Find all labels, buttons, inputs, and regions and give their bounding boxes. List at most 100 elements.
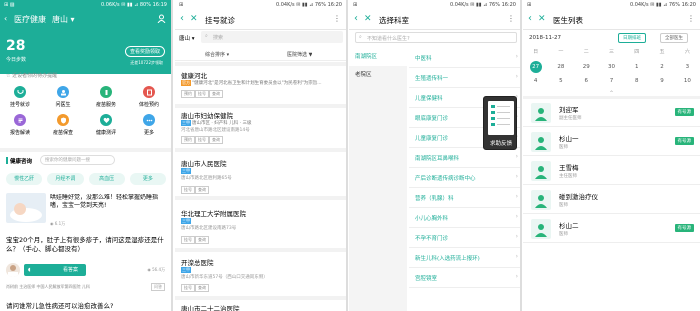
- menu-icon[interactable]: ⋮: [687, 14, 695, 23]
- answer-count: ◉ 56.4万: [147, 267, 165, 272]
- search-input[interactable]: ⌕ 搜索: [201, 31, 343, 43]
- qa-question-2[interactable]: 请问谁常儿急性病还可以治愈改善么?: [6, 300, 113, 310]
- close-icon[interactable]: ✕: [538, 14, 546, 24]
- tag-chip[interactable]: 慢性乙肝: [6, 173, 43, 185]
- reminder-bar[interactable]: ☆ 近设者你的待办提醒: [6, 72, 166, 79]
- back-icon[interactable]: ‹: [180, 13, 184, 24]
- close-icon[interactable]: ✕: [190, 14, 198, 24]
- grid-label-shield[interactable]: 疫苗保查: [48, 129, 78, 136]
- vaccine-icon[interactable]: [100, 86, 112, 98]
- report-icon[interactable]: [14, 114, 26, 126]
- help-feedback-widget[interactable]: 求助反馈: [483, 96, 517, 150]
- checkup-icon[interactable]: [143, 86, 155, 98]
- hospital-card[interactable]: 唐山市妇幼保健院 三甲 唐山市区 · 妇产科 儿科 · 三级 河北省唐山市路北区…: [175, 108, 346, 152]
- grid-label-report[interactable]: 报告解读: [5, 129, 35, 136]
- grid-label-more[interactable]: 更多: [134, 129, 164, 136]
- menu-icon[interactable]: ⋮: [507, 14, 515, 23]
- chip-book[interactable]: 预约: [181, 90, 195, 98]
- calendar-day[interactable]: 1: [624, 60, 649, 74]
- calendar-day[interactable]: 28: [548, 60, 573, 74]
- calendar-day[interactable]: 30: [599, 60, 624, 74]
- hospital-name[interactable]: 唐山市二十二治医院: [181, 303, 240, 311]
- chip-query[interactable]: 查询: [195, 236, 209, 244]
- more-icon[interactable]: [143, 114, 155, 126]
- all-doctors-button[interactable]: 全部医生: [660, 33, 688, 43]
- available-badge: 有号源: [674, 108, 694, 116]
- city-selector[interactable]: 唐山 ▾: [179, 34, 195, 42]
- shield-icon[interactable]: [57, 114, 69, 126]
- grade-badge: 三甲: [181, 267, 191, 273]
- calendar-day[interactable]: 9: [649, 74, 674, 88]
- department-item[interactable]: 不孕不育门诊 ›: [409, 228, 520, 248]
- qa-question[interactable]: 宝宝20个月，肚子上有很多疹子，请问这是湿疹还是什么？（手心、脚心都没有）: [6, 236, 168, 254]
- department-item[interactable]: 宫腔镜室 ›: [409, 268, 520, 288]
- chip-book[interactable]: 预约: [181, 136, 195, 144]
- menu-icon[interactable]: ⋮: [333, 14, 341, 23]
- city-selector[interactable]: 唐山 ▾: [52, 14, 75, 25]
- grid-label-register[interactable]: 挂号就诊: [5, 101, 35, 108]
- calendar-day[interactable]: 6: [574, 74, 599, 88]
- back-icon[interactable]: ‹: [528, 13, 532, 24]
- calendar-row: 4 5 6 7 8 9 10: [523, 74, 700, 88]
- article-title[interactable]: 哄娃睡好觉，没那么难！轻松掌握奶睡指嗜，宝宝一觉到天亮!: [50, 194, 168, 210]
- department-item[interactable]: 生殖遗传科一 ›: [409, 68, 520, 88]
- back-icon[interactable]: ‹: [354, 13, 358, 24]
- hospital-filter-dropdown[interactable]: 医院筛选 ▼: [287, 51, 312, 58]
- stethoscope-icon[interactable]: [14, 86, 26, 98]
- department-search-input[interactable]: ⌕ 不知道看什么医生?: [355, 32, 517, 43]
- hospital-card[interactable]: 华北理工大学附属医院 三甲 唐山市路北区建设南路73号 挂号 查询: [175, 204, 346, 252]
- doctor-row[interactable]: 杉山一 医师 有号源: [523, 128, 700, 156]
- calendar-day[interactable]: 10: [675, 74, 700, 88]
- doctor-row[interactable]: 王雪梅 主任医师: [523, 157, 700, 185]
- doctor-row[interactable]: 碰到激治疗仪 医师: [523, 186, 700, 214]
- hospital-card[interactable]: 唐山市人民医院 三甲 唐山市路北区胜利路65号 挂号 查询: [175, 154, 346, 200]
- chip-register[interactable]: 挂号: [181, 284, 195, 292]
- chip-query[interactable]: 查询: [209, 90, 223, 98]
- chip-register[interactable]: 挂号: [181, 186, 195, 194]
- doctor-row[interactable]: 刘迎军 副主任医师 有号源: [523, 99, 700, 127]
- calendar-day[interactable]: 7: [599, 74, 624, 88]
- department-item[interactable]: 小儿心胸外科 ›: [409, 208, 520, 228]
- question-search-input[interactable]: 搜索你的健康问题一搜: [40, 155, 115, 165]
- reward-button[interactable]: 查看奖励领取: [124, 46, 165, 57]
- chip-register[interactable]: 挂号: [195, 90, 209, 98]
- heart-icon[interactable]: [100, 114, 112, 126]
- calendar-day[interactable]: 29: [574, 60, 599, 74]
- calendar-day-today[interactable]: 27: [523, 60, 548, 74]
- audio-answer-button[interactable]: ◖ 看答案: [24, 264, 86, 276]
- chip-query[interactable]: 查询: [195, 186, 209, 194]
- department-item[interactable]: 南湖院区耳鼻喉科 ›: [409, 148, 520, 168]
- department-item[interactable]: 新生儿科(入选药流上报环) ›: [409, 248, 520, 268]
- calendar-day[interactable]: 5: [548, 74, 573, 88]
- calendar-day[interactable]: 4: [523, 74, 548, 88]
- hospital-card[interactable]: 开滦总医院 三甲 唐山市新华东道57号（西山口交通岗东侧） 挂号 查询: [175, 254, 346, 300]
- tag-chip[interactable]: 高血压: [88, 173, 125, 185]
- doctor-row[interactable]: 杉山二 医师 有号源: [523, 215, 700, 243]
- chip-query[interactable]: 查询: [209, 136, 223, 144]
- area-item[interactable]: 老院区: [349, 66, 407, 84]
- hospital-card[interactable]: 健康河北 官方 "健康河北"是河北省卫生和计划生育委员会以"为民卷利"为宗旨..…: [175, 68, 346, 108]
- close-icon[interactable]: ✕: [364, 14, 372, 24]
- grid-label-ask[interactable]: 问医生: [48, 101, 78, 108]
- grid-label-test[interactable]: 健康测评: [91, 129, 121, 136]
- department-item[interactable]: 产后诊断遗传病诊断中心 ›: [409, 168, 520, 188]
- department-item[interactable]: 营养（乳腺）科 ›: [409, 188, 520, 208]
- schedule-by-date-button[interactable]: 日期排班: [618, 33, 646, 43]
- chip-register[interactable]: 挂号: [195, 136, 209, 144]
- grid-label-checkup[interactable]: 体检预约: [134, 101, 164, 108]
- tag-chip[interactable]: 月经不调: [47, 173, 84, 185]
- chip-register[interactable]: 挂号: [181, 236, 195, 244]
- sort-dropdown[interactable]: 综合排序 ▾: [205, 51, 229, 58]
- calendar-day[interactable]: 3: [675, 60, 700, 74]
- grid-label-vaccine[interactable]: 疫苗服务: [91, 101, 121, 108]
- calendar-day[interactable]: 2: [649, 60, 674, 74]
- doctor-icon[interactable]: [57, 86, 69, 98]
- calendar-day[interactable]: 8: [624, 74, 649, 88]
- back-icon[interactable]: ‹: [4, 14, 7, 23]
- doctor-name: 王雪梅: [559, 164, 579, 172]
- profile-icon[interactable]: [156, 13, 166, 23]
- tag-chip[interactable]: 更多: [129, 173, 166, 185]
- chip-query[interactable]: 查询: [195, 284, 209, 292]
- department-item[interactable]: 中医科 ›: [409, 48, 520, 68]
- area-item-active[interactable]: 南湖院区: [349, 48, 407, 66]
